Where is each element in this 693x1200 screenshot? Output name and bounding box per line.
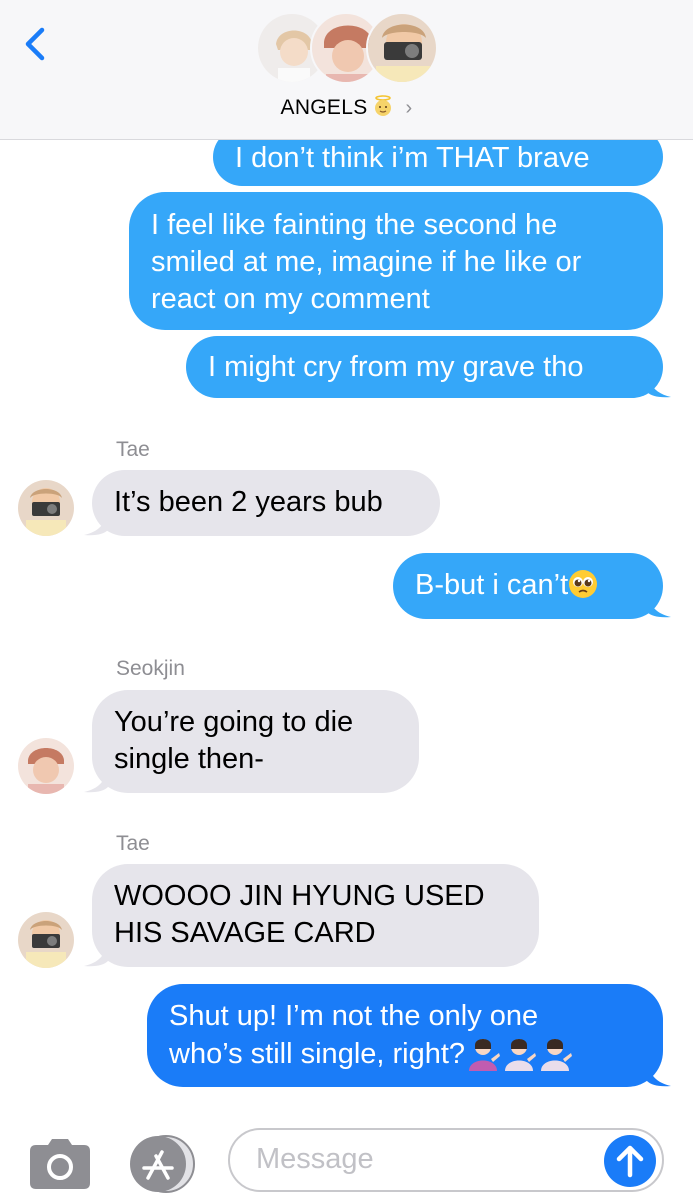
person-tipping-hand-icon	[541, 1039, 573, 1071]
message-line: smiled at me, imagine if he like or	[151, 246, 582, 278]
message-line: react on my comment	[151, 283, 430, 315]
sender-name: Tae	[116, 438, 150, 461]
bubble-tail	[84, 767, 108, 793]
bubble-tail	[647, 1061, 671, 1087]
avatar-tae[interactable]	[18, 480, 74, 536]
group-title[interactable]: ANGELS ›	[0, 95, 693, 120]
compose-bar: Message	[0, 1118, 693, 1200]
sender-name: Tae	[116, 832, 150, 855]
message-text: I don’t think i’m THAT brave	[235, 142, 590, 174]
chevron-right-icon: ›	[405, 97, 413, 119]
message-placeholder: Message	[256, 1143, 374, 1175]
chat-header: ANGELS ›	[0, 0, 693, 140]
bubble-tail	[84, 510, 108, 536]
bubble-tail	[647, 372, 671, 398]
bubble-tail	[647, 592, 671, 618]
message-line: Shut up! I’m not the only one	[169, 1000, 539, 1032]
message-bubble-outgoing[interactable]: I might cry from my grave tho	[186, 336, 663, 398]
message-bubble-outgoing[interactable]: I feel like fainting the second he smile…	[129, 192, 663, 330]
avatar-image	[18, 738, 74, 794]
avatar-seokjin[interactable]	[18, 738, 74, 794]
group-avatars[interactable]	[256, 12, 440, 88]
message-text: It’s been 2 years bub	[114, 486, 383, 518]
avatar-image	[18, 480, 74, 536]
message-line-with-emoji: who’s still single, right?	[169, 1035, 641, 1073]
pleading-face-icon	[569, 570, 598, 598]
message-list[interactable]: I don’t think i’m THAT brave I feel like…	[0, 0, 693, 1118]
message-input[interactable]: Message	[228, 1128, 664, 1192]
message-line: who’s still single, right?	[169, 1038, 466, 1070]
app-store-icon[interactable]	[128, 1134, 196, 1194]
avatar-tae[interactable]	[18, 912, 74, 968]
person-tipping-hand-icon	[505, 1039, 537, 1071]
message-bubble-outgoing[interactable]: Shut up! I’m not the only one who’s stil…	[147, 984, 663, 1087]
message-bubble-outgoing[interactable]: B-but i can’t	[393, 553, 663, 619]
message-line: single then-	[114, 743, 264, 775]
group-name-text: ANGELS	[280, 96, 368, 119]
message-text: B-but i can’t	[415, 569, 569, 601]
avatar-image	[18, 912, 74, 968]
angel-face-icon	[374, 95, 391, 116]
message-line: HIS SAVAGE CARD	[114, 917, 376, 949]
bubble-tail	[84, 941, 108, 967]
back-chevron-icon[interactable]	[20, 24, 50, 64]
message-bubble-incoming[interactable]: WOOOO JIN HYUNG USED HIS SAVAGE CARD	[92, 864, 539, 967]
message-bubble-incoming[interactable]: It’s been 2 years bub	[92, 470, 440, 536]
message-line: I feel like fainting the second he	[151, 209, 558, 241]
message-line: You’re going to die	[114, 706, 354, 738]
send-button[interactable]	[604, 1135, 656, 1187]
message-text: I might cry from my grave tho	[208, 351, 584, 383]
person-tipping-hand-icon	[469, 1039, 501, 1071]
message-line: WOOOO JIN HYUNG USED	[114, 880, 485, 912]
sender-name: Seokjin	[116, 657, 185, 680]
send-arrow-icon	[616, 1145, 644, 1178]
message-bubble-incoming[interactable]: You’re going to die single then-	[92, 690, 419, 793]
avatar-member-3	[366, 12, 438, 84]
camera-icon[interactable]	[30, 1139, 90, 1189]
avatar-image	[368, 14, 436, 82]
